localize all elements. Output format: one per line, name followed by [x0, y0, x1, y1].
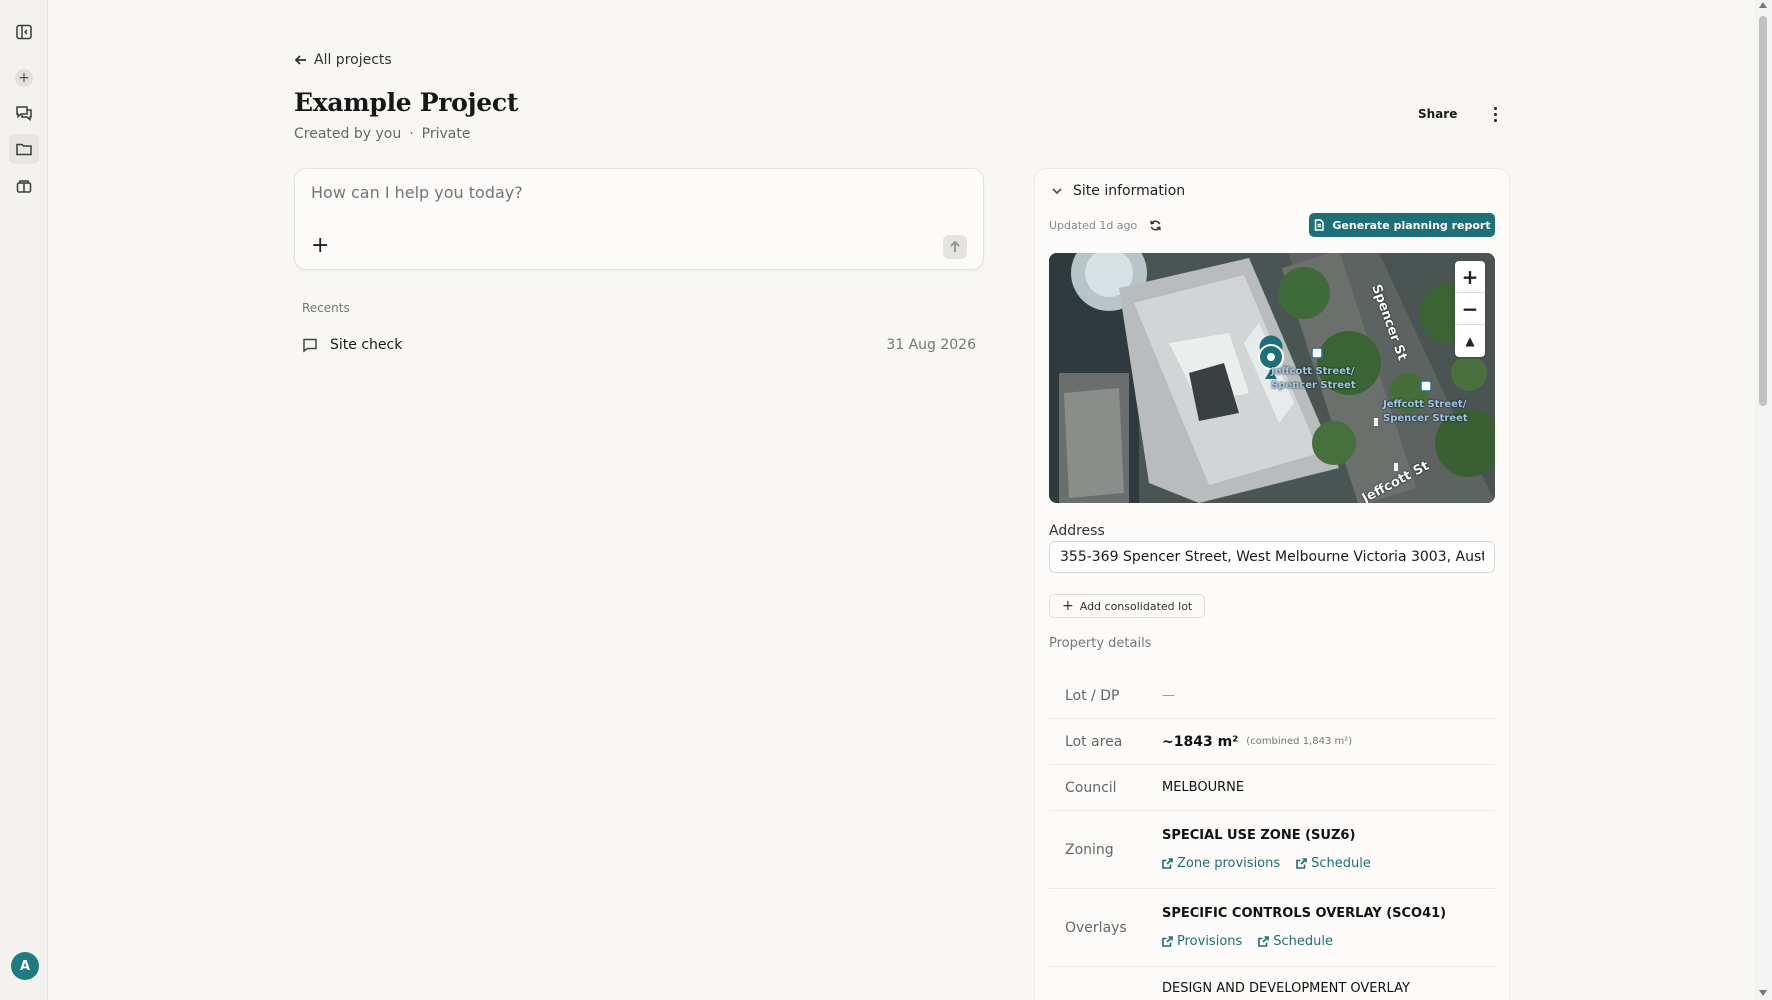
- site-information-panel: Site information Updated 1d ago Generate…: [1034, 168, 1510, 1000]
- external-link-icon: [1162, 858, 1173, 869]
- scroll-thumb[interactable]: [1759, 16, 1767, 406]
- property-value: SPECIAL USE ZONE (SUZ6) Zone provisions …: [1162, 811, 1495, 888]
- lot-area-note: (combined 1,843 m²): [1246, 736, 1353, 747]
- zone-schedule-link[interactable]: Schedule: [1296, 856, 1371, 871]
- updated-text: Updated 1d ago: [1049, 219, 1138, 232]
- add-lot-label: Add consolidated lot: [1079, 599, 1193, 613]
- all-projects-link[interactable]: All projects: [294, 52, 392, 68]
- table-row: Lot / DP —: [1049, 673, 1495, 719]
- arrow-up-icon: [950, 241, 960, 252]
- property-value: ~1843 m² (combined 1,843 m²): [1162, 719, 1495, 764]
- site-info-heading: Site information: [1073, 183, 1186, 199]
- table-row: Council MELBOURNE: [1049, 765, 1495, 811]
- generate-label: Generate planning report: [1332, 218, 1491, 232]
- link-label: Schedule: [1311, 856, 1371, 871]
- property-details-table: Lot / DP — Lot area ~1843 m² (combined 1…: [1049, 673, 1495, 1000]
- new-chat-icon[interactable]: +: [12, 66, 36, 90]
- sidebar-rail: + A: [0, 0, 48, 1000]
- map-stop-label-1: Jeffcott Street/ Spencer Street: [1271, 366, 1356, 391]
- chats-icon[interactable]: [12, 101, 36, 125]
- link-label: Zone provisions: [1177, 856, 1281, 871]
- arrow-left-icon: [294, 55, 306, 65]
- map-controls: + − ▲: [1455, 261, 1485, 357]
- address-label: Address: [1049, 523, 1105, 539]
- link-label: Schedule: [1273, 934, 1334, 949]
- chat-bubble-icon: [303, 338, 317, 353]
- zoning-value: SPECIAL USE ZONE (SUZ6): [1162, 828, 1356, 843]
- plus-icon: +: [1062, 598, 1074, 614]
- zoom-in-button[interactable]: +: [1455, 261, 1485, 293]
- avatar-initial: A: [19, 958, 31, 974]
- scroll-down-arrow-icon[interactable]: [1759, 990, 1767, 996]
- share-button[interactable]: Share: [1418, 107, 1457, 121]
- document-icon: [1315, 219, 1325, 231]
- artifacts-icon[interactable]: [12, 174, 36, 198]
- zone-provisions-link[interactable]: Zone provisions: [1162, 856, 1280, 871]
- back-link-label: All projects: [314, 52, 392, 68]
- map-stop-label-2: Jeffcott Street/ Spencer Street: [1383, 399, 1468, 424]
- refresh-icon[interactable]: [1149, 219, 1162, 232]
- more-options-icon[interactable]: [1488, 104, 1502, 124]
- toggle-sidebar-icon[interactable]: [12, 20, 36, 44]
- overlay-value: SPECIFIC CONTROLS OVERLAY (SCO41): [1162, 906, 1447, 921]
- chevron-down-icon: [1052, 188, 1062, 195]
- site-map[interactable]: Spencer St Jeffcott St Jeffcott Street/ …: [1049, 253, 1495, 503]
- address-field[interactable]: [1049, 541, 1495, 573]
- add-consolidated-lot-button[interactable]: + Add consolidated lot: [1049, 594, 1206, 618]
- recent-chat-item[interactable]: Site check 31 Aug 2026: [302, 334, 976, 356]
- project-meta: Created by you · Private: [294, 126, 470, 142]
- property-key: Lot / DP: [1065, 687, 1120, 704]
- property-details-heading: Property details: [1049, 636, 1152, 651]
- table-row: Lot area ~1843 m² (combined 1,843 m²): [1049, 719, 1495, 765]
- meta-separator: ·: [409, 126, 414, 142]
- avatar[interactable]: A: [11, 952, 39, 980]
- reset-north-button[interactable]: ▲: [1455, 325, 1485, 357]
- recent-chat-date: 31 Aug 2026: [886, 337, 976, 353]
- table-row: Overlays SPECIFIC CONTROLS OVERLAY (SCO4…: [1049, 889, 1495, 967]
- attach-plus-button[interactable]: +: [311, 235, 329, 257]
- site-info-toggle[interactable]: Site information: [1051, 183, 1185, 199]
- lot-area-value: ~1843 m²: [1162, 733, 1239, 750]
- overlay-schedule-link[interactable]: Schedule: [1258, 934, 1333, 949]
- send-button[interactable]: [943, 235, 967, 259]
- table-row: Zoning SPECIAL USE ZONE (SUZ6) Zone prov…: [1049, 811, 1495, 889]
- property-value: —: [1162, 688, 1175, 703]
- property-value: SPECIFIC CONTROLS OVERLAY (SCO41) Provis…: [1162, 889, 1495, 966]
- updated-status: Updated 1d ago: [1049, 219, 1162, 232]
- created-by: Created by you: [294, 126, 402, 142]
- generate-planning-report-button[interactable]: Generate planning report: [1309, 213, 1495, 237]
- external-link-icon: [1296, 858, 1307, 869]
- page-title: Example Project: [294, 88, 519, 117]
- overlay-provisions-link[interactable]: Provisions: [1162, 934, 1242, 949]
- external-link-icon: [1258, 936, 1270, 947]
- table-row: DESIGN AND DEVELOPMENT OVERLAY: [1049, 967, 1495, 1000]
- property-key: Overlays: [1065, 919, 1127, 936]
- external-link-icon: [1162, 936, 1173, 947]
- link-label: Provisions: [1177, 934, 1243, 949]
- property-key: Council: [1065, 779, 1117, 796]
- page-scrollbar[interactable]: [1755, 0, 1772, 1000]
- recents-heading: Recents: [302, 301, 350, 315]
- property-key: Lot area: [1065, 733, 1123, 750]
- property-value: MELBOURNE: [1162, 780, 1245, 795]
- property-value: DESIGN AND DEVELOPMENT OVERLAY: [1162, 981, 1410, 996]
- zoom-out-button[interactable]: −: [1455, 293, 1485, 325]
- chat-input[interactable]: [311, 183, 951, 202]
- projects-icon[interactable]: [9, 134, 39, 164]
- visibility-label: Private: [421, 126, 471, 142]
- property-key: Zoning: [1065, 841, 1114, 858]
- scroll-up-arrow-icon[interactable]: [1759, 2, 1767, 8]
- chat-composer: +: [294, 168, 984, 270]
- recent-chat-title: Site check: [330, 337, 403, 353]
